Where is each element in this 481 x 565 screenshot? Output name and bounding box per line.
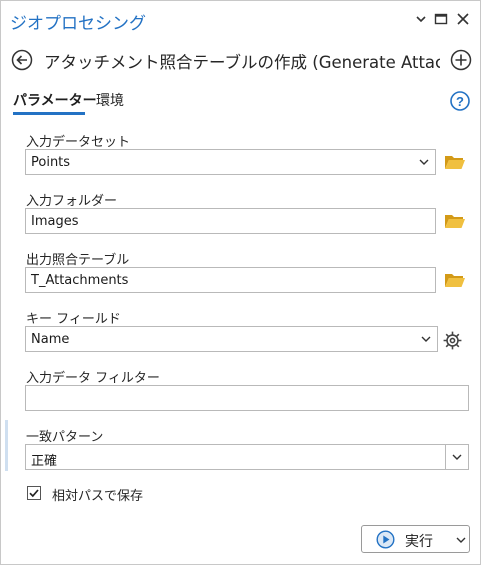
chevron-down-icon — [452, 454, 462, 460]
input-folder-label: 入力フォルダー — [26, 194, 118, 209]
relative-path-checkbox[interactable] — [27, 486, 41, 500]
input-dataset-label: 入力データセット — [26, 135, 131, 150]
folder-icon[interactable] — [444, 271, 466, 289]
relative-path-label: 相対パスで保存 — [52, 489, 144, 504]
chevron-down-icon[interactable] — [412, 10, 430, 28]
input-folder-field[interactable]: Images — [25, 208, 436, 234]
key-field-value: Name — [31, 332, 70, 347]
match-pattern-dropdown[interactable]: 正確 — [25, 444, 469, 470]
key-field-dropdown[interactable]: Name — [25, 326, 438, 352]
help-icon[interactable]: ? — [450, 91, 470, 111]
output-table-field[interactable]: T_Attachments — [25, 267, 436, 293]
input-filter-label: 入力データ フィルター — [26, 371, 160, 386]
close-icon[interactable] — [454, 10, 472, 28]
run-button[interactable]: 実行 — [361, 525, 470, 553]
pane-title: ジオプロセシング — [10, 14, 146, 34]
play-icon — [376, 530, 395, 549]
input-dataset-dropdown[interactable]: Points — [25, 149, 436, 175]
tab-strip: パラメーター 環境 — [0, 88, 481, 118]
tab-active-indicator — [13, 112, 85, 115]
svg-text:?: ? — [456, 94, 464, 109]
output-table-value: T_Attachments — [31, 273, 129, 288]
key-field-label: キー フィールド — [26, 312, 121, 327]
chevron-down-icon — [419, 159, 429, 165]
chevron-down-icon[interactable] — [456, 536, 466, 544]
tab-parameters[interactable]: パラメーター — [13, 90, 97, 110]
input-folder-value: Images — [31, 214, 79, 229]
row-focus-indicator — [5, 420, 8, 471]
tab-environments[interactable]: 環境 — [96, 90, 124, 110]
add-icon[interactable] — [450, 49, 472, 71]
tool-header: アタッチメント照合テーブルの作成 (Generate Attac... — [0, 44, 481, 76]
match-pattern-dropdown-button[interactable] — [445, 445, 468, 469]
back-icon[interactable] — [11, 49, 33, 71]
maximize-icon[interactable] — [432, 10, 450, 28]
tool-title: アタッチメント照合テーブルの作成 (Generate Attac... — [44, 53, 440, 72]
output-table-label: 出力照合テーブル — [26, 253, 130, 268]
folder-icon[interactable] — [444, 212, 466, 230]
checkmark-icon — [29, 489, 39, 498]
input-dataset-value: Points — [31, 155, 71, 170]
run-button-label: 実行 — [405, 534, 433, 550]
input-filter-field[interactable] — [25, 385, 469, 411]
pane-titlebar: ジオプロセシング — [0, 0, 481, 40]
match-pattern-label: 一致パターン — [26, 430, 104, 445]
gear-icon[interactable] — [442, 330, 463, 351]
folder-icon[interactable] — [444, 153, 466, 171]
chevron-down-icon — [421, 336, 431, 342]
match-pattern-value: 正確 — [31, 454, 58, 469]
